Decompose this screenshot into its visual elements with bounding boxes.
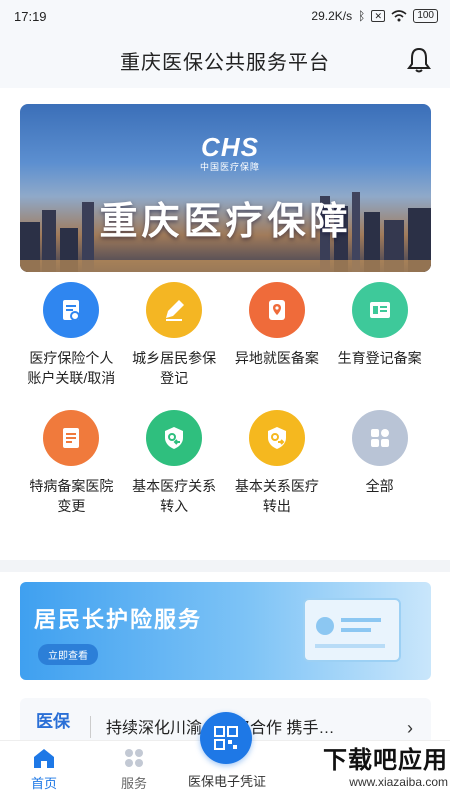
nav-home[interactable]: 首页	[14, 747, 74, 792]
nav-home-label: 首页	[30, 776, 57, 791]
service-label: 基本医疗关系转入	[132, 478, 217, 514]
service-remote-medical[interactable]: 异地就医备案	[226, 282, 329, 388]
nav-voucher-label: 医保电子凭证	[187, 774, 266, 789]
news-tag: 医保	[36, 712, 70, 731]
status-bar: 17:19 29.2K/s ᛒ ✕ 100	[0, 0, 450, 32]
service-all[interactable]: 全部	[328, 410, 431, 516]
hero-banner[interactable]: CHS 中国医疗保障 重庆医疗保障	[20, 104, 431, 272]
chs-logo-subtext: 中国医疗保障	[199, 162, 260, 172]
qr-code-button[interactable]	[200, 712, 252, 764]
watermark-main: 下载吧应用	[323, 747, 448, 774]
service-resident-registration[interactable]: 城乡居民参保登记	[123, 282, 226, 388]
app-header: 重庆医保公共服务平台	[0, 32, 450, 88]
wifi-icon	[391, 10, 407, 22]
service-label: 全部	[365, 478, 394, 494]
home-icon	[34, 749, 54, 768]
document-link-icon	[43, 282, 100, 338]
service-label: 城乡居民参保登记	[132, 350, 217, 386]
nav-voucher[interactable]: 医保电子凭证	[182, 771, 272, 790]
shield-in-icon	[146, 410, 203, 466]
service-transfer-in[interactable]: 基本医疗关系转入	[123, 410, 226, 516]
status-time: 17:19	[14, 8, 47, 24]
chs-logo-text: CHS	[201, 132, 259, 162]
nav-services[interactable]: 服务	[104, 747, 164, 792]
sim-off-icon: ✕	[371, 10, 386, 22]
chs-logo: CHS 中国医疗保障	[190, 134, 270, 173]
promo-title: 居民长护险服务	[34, 607, 203, 632]
watermark: 下载吧应用 www.xiazaiba.com	[278, 740, 448, 798]
page-title: 重庆医保公共服务平台	[120, 51, 330, 74]
promo-view-button[interactable]: 立即查看	[38, 644, 98, 665]
service-label: 特病备案医院变更	[29, 478, 114, 514]
grid-all-icon	[351, 410, 408, 466]
edit-pencil-icon	[146, 282, 203, 338]
service-special-disease-hospital[interactable]: 特病备案医院变更	[20, 410, 123, 516]
section-divider	[0, 560, 450, 572]
service-transfer-out[interactable]: 基本关系医疗转出	[226, 410, 329, 516]
qr-code-icon	[214, 726, 238, 750]
nav-services-label: 服务	[120, 776, 147, 791]
chevron-right-icon: ›	[407, 718, 413, 738]
form-icon	[43, 410, 100, 466]
bell-icon[interactable]	[406, 46, 432, 74]
network-speed: 29.2K/s	[311, 9, 353, 23]
status-right: 29.2K/s ᛒ ✕ 100	[311, 9, 438, 23]
id-card-icon	[351, 282, 408, 338]
service-account-link[interactable]: 医疗保险个人账户关联/取消	[20, 282, 123, 388]
service-label: 异地就医备案	[234, 350, 319, 366]
promo-banner-long-term-care[interactable]: 居民长护险服务 立即查看	[20, 582, 431, 680]
service-birth-registration[interactable]: 生育登记备案	[328, 282, 431, 388]
service-label: 生育登记备案	[337, 350, 422, 366]
banner-title: 重庆医疗保障	[99, 201, 352, 243]
shield-out-icon	[248, 410, 305, 466]
service-grid: 医疗保险个人账户关联/取消 城乡居民参保登记 异地就医备案 生育登记备案 特病备…	[20, 282, 431, 516]
battery-icon: 100	[413, 9, 438, 23]
service-label: 基本关系医疗转出	[234, 478, 319, 514]
card-illustration	[303, 598, 401, 662]
service-label: 医疗保险个人账户关联/取消	[27, 350, 116, 386]
news-separator	[90, 716, 91, 738]
bluetooth-icon: ᛒ	[358, 9, 366, 23]
location-pin-icon	[248, 282, 305, 338]
watermark-sub: www.xiazaiba.com	[349, 775, 448, 789]
services-icon	[125, 749, 143, 767]
